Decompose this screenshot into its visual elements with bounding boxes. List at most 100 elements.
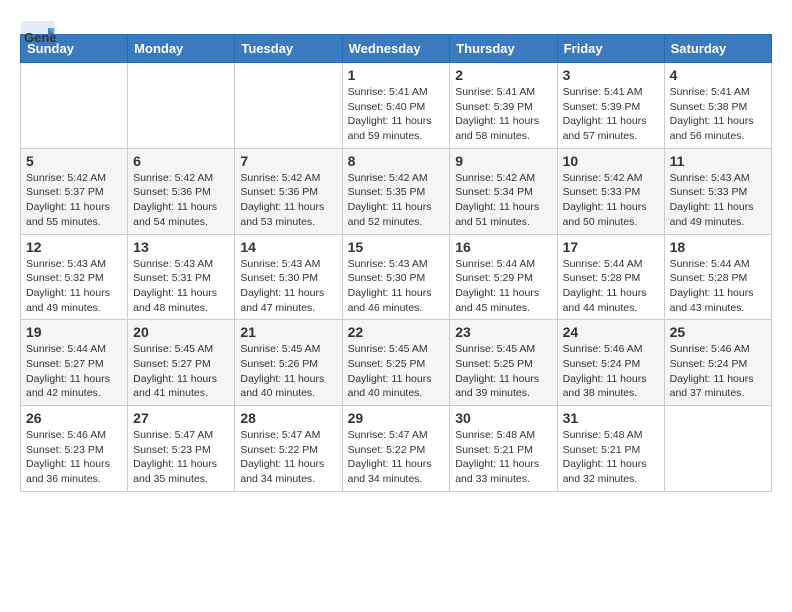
calendar-cell: 25 Sunrise: 5:46 AM Sunset: 5:24 PM Dayli…: [664, 320, 771, 406]
day-info: Sunrise: 5:43 AM Sunset: 5:32 PM Dayligh…: [26, 257, 122, 316]
day-info: Sunrise: 5:48 AM Sunset: 5:21 PM Dayligh…: [455, 428, 551, 487]
day-info: Sunrise: 5:47 AM Sunset: 5:22 PM Dayligh…: [240, 428, 336, 487]
day-number: 2: [455, 67, 551, 83]
day-number: 15: [348, 239, 445, 255]
day-info: Sunrise: 5:44 AM Sunset: 5:28 PM Dayligh…: [563, 257, 659, 316]
calendar-cell: 19Sunrise: 5:44 AM Sunset: 5:27 PM Dayli…: [21, 320, 128, 406]
day-info: Sunrise: 5:43 AM Sunset: 5:30 PM Dayligh…: [348, 257, 445, 316]
day-info: Sunrise: 5:41 AM Sunset: 5:39 PM Dayligh…: [563, 85, 659, 144]
day-info: Sunrise: 5:43 AM Sunset: 5:30 PM Dayligh…: [240, 257, 336, 316]
calendar-cell: 2 Sunrise: 5:41 AM Sunset: 5:39 PM Daylig…: [450, 63, 557, 149]
day-info: Sunrise: 5:43 AM Sunset: 5:31 PM Dayligh…: [133, 257, 229, 316]
day-number: 12: [26, 239, 122, 255]
calendar-cell: 29 Sunrise: 5:47 AM Sunset: 5:22 PM Dayli…: [342, 406, 450, 492]
day-info: Sunrise: 5:42 AM Sunset: 5:33 PM Dayligh…: [563, 171, 659, 230]
calendar-week-row: 26 Sunrise: 5:46 AM Sunset: 5:23 PM Dayli…: [21, 406, 772, 492]
day-info: Sunrise: 5:41 AM Sunset: 5:39 PM Dayligh…: [455, 85, 551, 144]
day-number: 1: [348, 67, 445, 83]
calendar-cell: 24 Sunrise: 5:46 AM Sunset: 5:24 PM Dayli…: [557, 320, 664, 406]
day-info: Sunrise: 5:44 AM Sunset: 5:27 PM Dayligh…: [26, 342, 122, 401]
calendar-cell: 4 Sunrise: 5:41 AM Sunset: 5:38 PM Daylig…: [664, 63, 771, 149]
day-info: Sunrise: 5:47 AM Sunset: 5:23 PM Dayligh…: [133, 428, 229, 487]
calendar-cell: 20Sunrise: 5:45 AM Sunset: 5:27 PM Dayli…: [128, 320, 235, 406]
day-number: 4: [670, 67, 766, 83]
day-info: Sunrise: 5:41 AM Sunset: 5:38 PM Dayligh…: [670, 85, 766, 144]
day-of-week-header: Saturday: [664, 35, 771, 63]
calendar-cell: 31 Sunrise: 5:48 AM Sunset: 5:21 PM Dayli…: [557, 406, 664, 492]
calendar-cell: 21Sunrise: 5:45 AM Sunset: 5:26 PM Dayli…: [235, 320, 342, 406]
day-of-week-header: Thursday: [450, 35, 557, 63]
calendar-cell: 30 Sunrise: 5:48 AM Sunset: 5:21 PM Dayli…: [450, 406, 557, 492]
day-number: 7: [240, 153, 336, 169]
calendar-cell: 23 Sunrise: 5:45 AM Sunset: 5:25 PM Dayli…: [450, 320, 557, 406]
calendar-cell: 17Sunrise: 5:44 AM Sunset: 5:28 PM Dayli…: [557, 234, 664, 320]
calendar-cell: 27 Sunrise: 5:47 AM Sunset: 5:23 PM Dayli…: [128, 406, 235, 492]
calendar-week-row: 5 Sunrise: 5:42 AM Sunset: 5:37 PM Daylig…: [21, 148, 772, 234]
calendar-cell: 1 Sunrise: 5:41 AM Sunset: 5:40 PM Daylig…: [342, 63, 450, 149]
day-number: 30: [455, 410, 551, 426]
day-number: 24: [563, 324, 659, 340]
day-info: Sunrise: 5:45 AM Sunset: 5:27 PM Dayligh…: [133, 342, 229, 401]
calendar-cell: 8 Sunrise: 5:42 AM Sunset: 5:35 PM Daylig…: [342, 148, 450, 234]
day-info: Sunrise: 5:45 AM Sunset: 5:25 PM Dayligh…: [348, 342, 445, 401]
calendar-table: SundayMondayTuesdayWednesdayThursdayFrid…: [20, 34, 772, 492]
day-info: Sunrise: 5:41 AM Sunset: 5:40 PM Dayligh…: [348, 85, 445, 144]
day-number: 28: [240, 410, 336, 426]
day-number: 9: [455, 153, 551, 169]
day-info: Sunrise: 5:46 AM Sunset: 5:24 PM Dayligh…: [563, 342, 659, 401]
day-number: 3: [563, 67, 659, 83]
day-info: Sunrise: 5:42 AM Sunset: 5:37 PM Dayligh…: [26, 171, 122, 230]
day-number: 14: [240, 239, 336, 255]
day-number: 8: [348, 153, 445, 169]
day-info: Sunrise: 5:42 AM Sunset: 5:35 PM Dayligh…: [348, 171, 445, 230]
calendar-cell: 22 Sunrise: 5:45 AM Sunset: 5:25 PM Dayli…: [342, 320, 450, 406]
calendar-cell: 5 Sunrise: 5:42 AM Sunset: 5:37 PM Daylig…: [21, 148, 128, 234]
calendar-cell: 7 Sunrise: 5:42 AM Sunset: 5:36 PM Daylig…: [235, 148, 342, 234]
day-number: 25: [670, 324, 766, 340]
day-number: 21: [240, 324, 336, 340]
day-number: 6: [133, 153, 229, 169]
calendar-header-row: SundayMondayTuesdayWednesdayThursdayFrid…: [21, 35, 772, 63]
calendar-cell: 6 Sunrise: 5:42 AM Sunset: 5:36 PM Daylig…: [128, 148, 235, 234]
day-info: Sunrise: 5:46 AM Sunset: 5:24 PM Dayligh…: [670, 342, 766, 401]
calendar-cell: 18Sunrise: 5:44 AM Sunset: 5:28 PM Dayli…: [664, 234, 771, 320]
day-info: Sunrise: 5:44 AM Sunset: 5:29 PM Dayligh…: [455, 257, 551, 316]
page-header: General Blue: [20, 20, 772, 26]
calendar-cell: 14 Sunrise: 5:43 AM Sunset: 5:30 PM Dayli…: [235, 234, 342, 320]
day-info: Sunrise: 5:42 AM Sunset: 5:36 PM Dayligh…: [133, 171, 229, 230]
day-number: 16: [455, 239, 551, 255]
day-of-week-header: Tuesday: [235, 35, 342, 63]
day-info: Sunrise: 5:46 AM Sunset: 5:23 PM Dayligh…: [26, 428, 122, 487]
calendar-week-row: 19Sunrise: 5:44 AM Sunset: 5:27 PM Dayli…: [21, 320, 772, 406]
day-number: 5: [26, 153, 122, 169]
day-info: Sunrise: 5:42 AM Sunset: 5:34 PM Dayligh…: [455, 171, 551, 230]
calendar-cell: 28 Sunrise: 5:47 AM Sunset: 5:22 PM Dayli…: [235, 406, 342, 492]
calendar-cell: 13 Sunrise: 5:43 AM Sunset: 5:31 PM Dayli…: [128, 234, 235, 320]
day-number: 13: [133, 239, 229, 255]
day-info: Sunrise: 5:43 AM Sunset: 5:33 PM Dayligh…: [670, 171, 766, 230]
day-info: Sunrise: 5:45 AM Sunset: 5:25 PM Dayligh…: [455, 342, 551, 401]
calendar-cell: 12 Sunrise: 5:43 AM Sunset: 5:32 PM Dayli…: [21, 234, 128, 320]
day-number: 23: [455, 324, 551, 340]
calendar-cell: 15 Sunrise: 5:43 AM Sunset: 5:30 PM Dayli…: [342, 234, 450, 320]
day-number: 29: [348, 410, 445, 426]
day-of-week-header: Wednesday: [342, 35, 450, 63]
calendar-cell: [21, 63, 128, 149]
calendar-cell: 11 Sunrise: 5:43 AM Sunset: 5:33 PM Dayli…: [664, 148, 771, 234]
day-info: Sunrise: 5:47 AM Sunset: 5:22 PM Dayligh…: [348, 428, 445, 487]
day-number: 11: [670, 153, 766, 169]
day-info: Sunrise: 5:48 AM Sunset: 5:21 PM Dayligh…: [563, 428, 659, 487]
day-info: Sunrise: 5:44 AM Sunset: 5:28 PM Dayligh…: [670, 257, 766, 316]
calendar-cell: [235, 63, 342, 149]
day-number: 31: [563, 410, 659, 426]
calendar-cell: 26 Sunrise: 5:46 AM Sunset: 5:23 PM Dayli…: [21, 406, 128, 492]
day-number: 26: [26, 410, 122, 426]
calendar-cell: 9 Sunrise: 5:42 AM Sunset: 5:34 PM Daylig…: [450, 148, 557, 234]
day-of-week-header: Friday: [557, 35, 664, 63]
day-number: 22: [348, 324, 445, 340]
calendar-cell: 10Sunrise: 5:42 AM Sunset: 5:33 PM Dayli…: [557, 148, 664, 234]
day-of-week-header: Monday: [128, 35, 235, 63]
logo: General Blue: [20, 20, 56, 26]
day-info: Sunrise: 5:42 AM Sunset: 5:36 PM Dayligh…: [240, 171, 336, 230]
day-number: 27: [133, 410, 229, 426]
